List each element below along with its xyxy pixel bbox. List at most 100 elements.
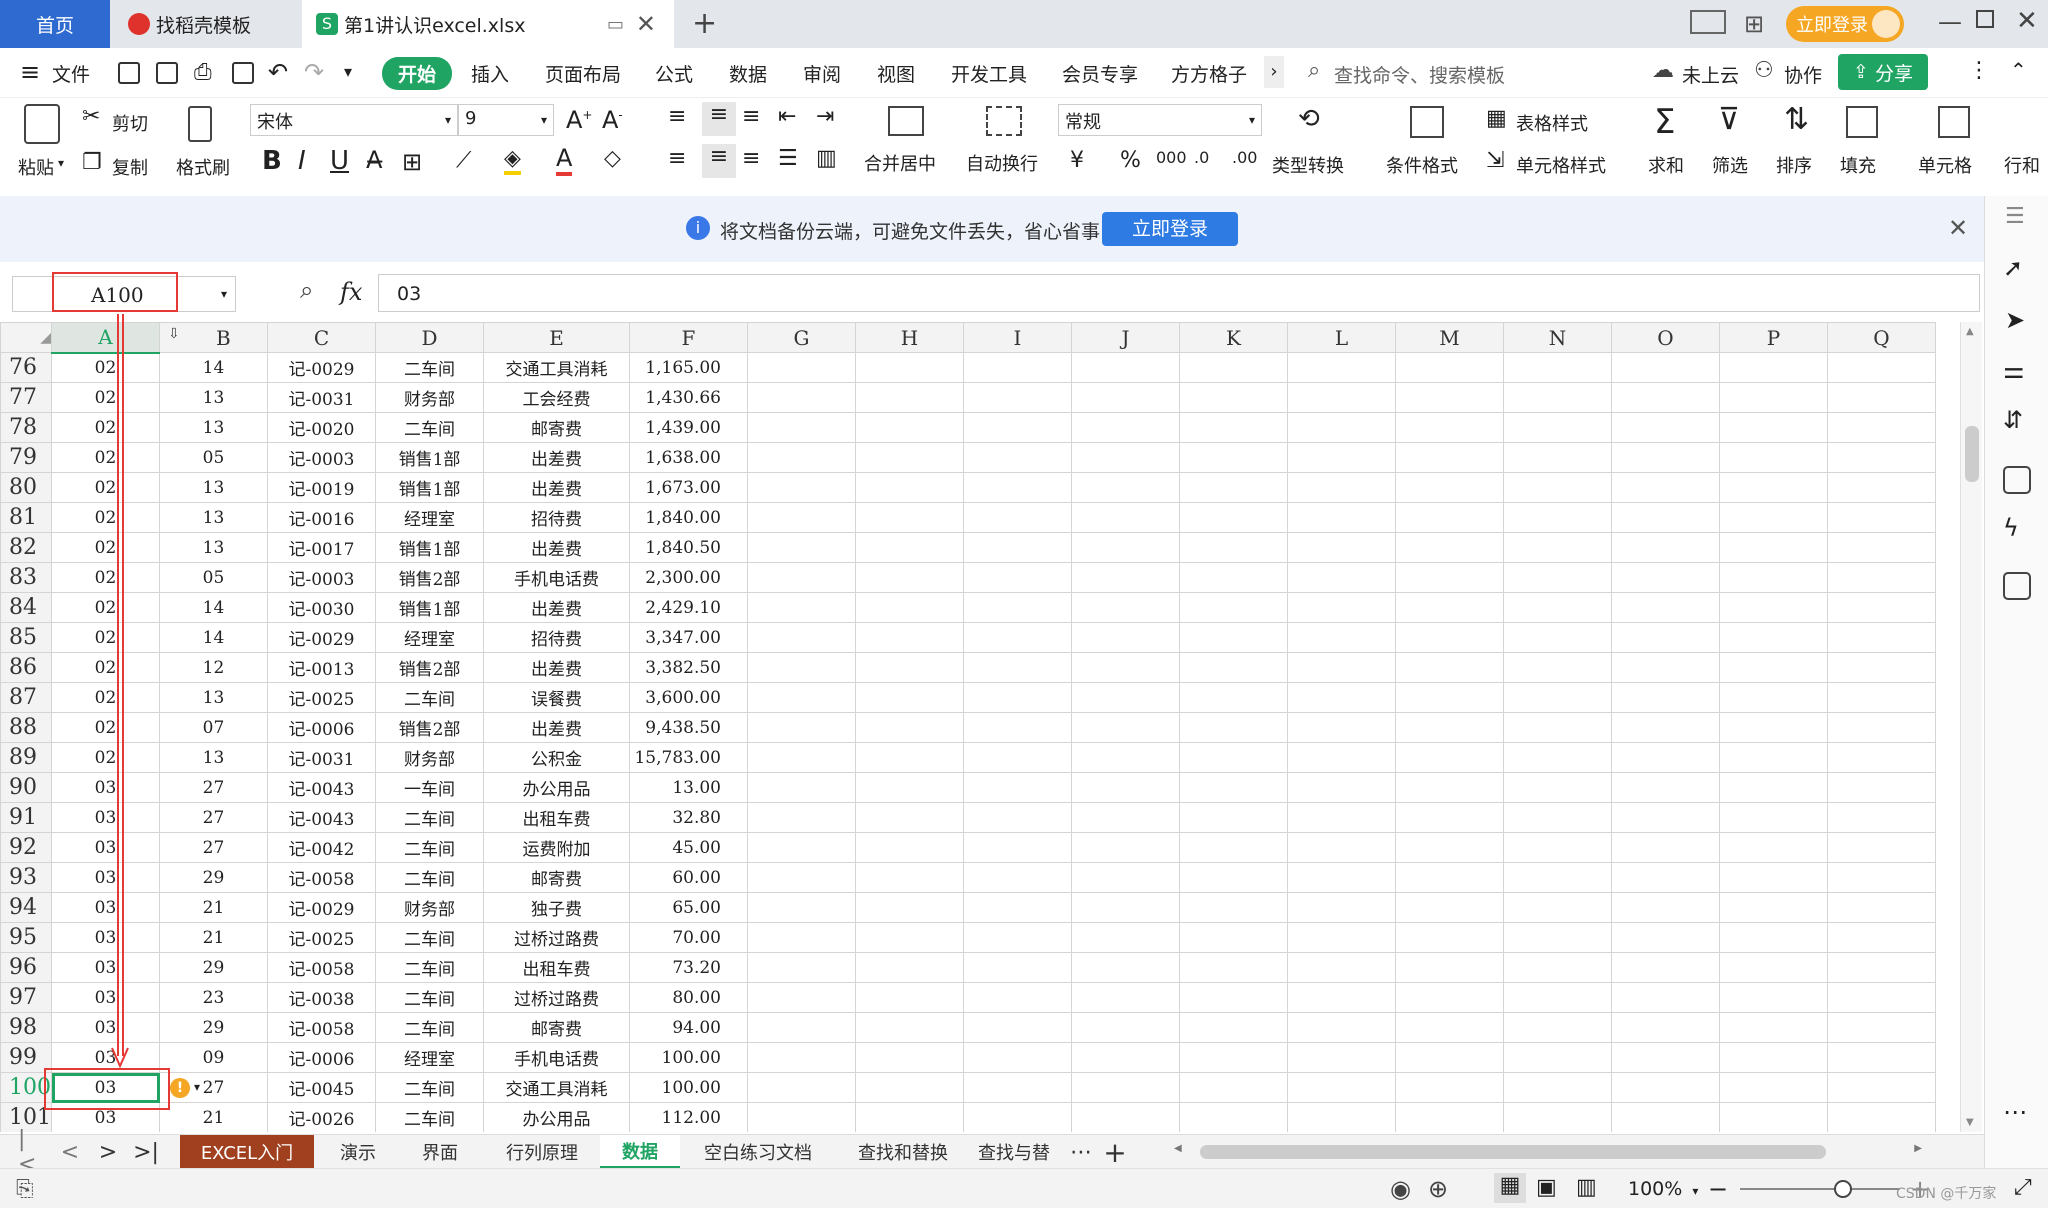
cell-b[interactable]: 27	[159, 772, 268, 803]
cell-empty[interactable]	[1827, 622, 1936, 653]
cell-empty[interactable]	[1719, 652, 1828, 683]
cell-empty[interactable]	[1179, 1042, 1288, 1073]
cell-empty[interactable]	[855, 1102, 964, 1132]
cell-empty[interactable]	[1719, 622, 1828, 653]
cell-b[interactable]: 21	[159, 922, 268, 953]
cell-c[interactable]: 记-0013	[267, 652, 376, 683]
format-painter-button[interactable]: 格式刷	[176, 154, 230, 180]
cell-empty[interactable]	[1827, 652, 1936, 683]
cell-e[interactable]: 工会经费	[483, 382, 630, 413]
cell-empty[interactable]	[1395, 1042, 1504, 1073]
cell-c[interactable]: 记-0017	[267, 532, 376, 563]
cell-empty[interactable]	[1071, 352, 1180, 383]
cell-e[interactable]: 交通工具消耗	[483, 352, 630, 383]
cell-empty[interactable]	[1827, 952, 1936, 983]
cell-empty[interactable]	[747, 502, 856, 533]
login-button[interactable]: 立即登录	[1786, 6, 1904, 42]
cell-f[interactable]: 73.20	[629, 952, 748, 983]
cell-empty[interactable]	[963, 952, 1072, 983]
cell-empty[interactable]	[1611, 832, 1720, 863]
cell-empty[interactable]	[1827, 1012, 1936, 1043]
cell-empty[interactable]	[1611, 352, 1720, 383]
cell-empty[interactable]	[1827, 412, 1936, 443]
cell-empty[interactable]	[1287, 682, 1396, 713]
align-right-icon[interactable]: ≡	[742, 146, 760, 171]
merge-center-icon[interactable]	[888, 106, 924, 136]
cell-empty[interactable]	[1611, 502, 1720, 533]
cell-empty[interactable]	[1611, 592, 1720, 623]
cell-empty[interactable]	[855, 352, 964, 383]
cell-empty[interactable]	[1503, 562, 1612, 593]
cell-e[interactable]: 出差费	[483, 592, 630, 623]
cell-empty[interactable]	[1827, 1102, 1936, 1132]
cell-empty[interactable]	[747, 382, 856, 413]
cell-b[interactable]: 12	[159, 652, 268, 683]
cell-empty[interactable]	[1071, 622, 1180, 653]
zoom-slider[interactable]	[1740, 1180, 1900, 1198]
cell-empty[interactable]	[1287, 982, 1396, 1013]
cloud-status[interactable]: 未上云	[1682, 61, 1739, 88]
cell-empty[interactable]	[1503, 892, 1612, 923]
cell-c[interactable]: 记-0006	[267, 1042, 376, 1073]
underline-icon[interactable]: U	[330, 146, 349, 176]
cell-empty[interactable]	[963, 802, 1072, 833]
cell-empty[interactable]	[963, 742, 1072, 773]
book-icon[interactable]	[2003, 572, 2031, 600]
cell-empty[interactable]	[1179, 982, 1288, 1013]
col-header-j[interactable]: J	[1071, 322, 1180, 353]
cell-d[interactable]: 经理室	[375, 1042, 484, 1073]
menu-home[interactable]: 开始	[382, 57, 453, 90]
cell-empty[interactable]	[1071, 532, 1180, 563]
menu-page-layout[interactable]: 页面布局	[545, 60, 621, 87]
cell-d[interactable]: 二车间	[375, 1072, 484, 1103]
cell-empty[interactable]	[1179, 682, 1288, 713]
cell-empty[interactable]	[1287, 1012, 1396, 1043]
cell-empty[interactable]	[1611, 922, 1720, 953]
cell-empty[interactable]	[1395, 742, 1504, 773]
cell-empty[interactable]	[1395, 472, 1504, 503]
increase-font-icon[interactable]: A+	[566, 106, 592, 134]
screen-icon[interactable]: ▭	[607, 14, 624, 35]
cell-empty[interactable]	[1179, 382, 1288, 413]
cell-empty[interactable]	[963, 1042, 1072, 1073]
zoom-slider-thumb[interactable]	[1834, 1180, 1852, 1198]
sheet-table[interactable]: ◢ A ⇩ B C D E F G H I J K L M N O P Q 76 0…	[0, 322, 1936, 1132]
cell-empty[interactable]	[855, 1072, 964, 1103]
cell-empty[interactable]	[963, 622, 1072, 653]
cell-f[interactable]: 60.00	[629, 862, 748, 893]
col-header-n[interactable]: N	[1503, 322, 1612, 353]
cell-f[interactable]: 3,382.50	[629, 652, 748, 683]
cell-empty[interactable]	[963, 532, 1072, 563]
row-header[interactable]: 89	[0, 742, 52, 773]
cell-e[interactable]: 邮寄费	[483, 412, 630, 443]
cell-e[interactable]: 过桥过路费	[483, 922, 630, 953]
cell-empty[interactable]	[1503, 682, 1612, 713]
cell-empty[interactable]	[855, 382, 964, 413]
cell-c[interactable]: 记-0038	[267, 982, 376, 1013]
cell-d[interactable]: 二车间	[375, 832, 484, 863]
first-sheet-icon[interactable]: |<	[18, 1127, 42, 1177]
cell-empty[interactable]	[747, 712, 856, 743]
cell-empty[interactable]	[1503, 772, 1612, 803]
cell-c[interactable]: 记-0042	[267, 832, 376, 863]
wrap-text-button[interactable]: 自动换行	[966, 150, 1038, 176]
cell-empty[interactable]	[1179, 1102, 1288, 1132]
cell-d[interactable]: 销售1部	[375, 442, 484, 473]
cell-c[interactable]: 记-0025	[267, 682, 376, 713]
cell-empty[interactable]	[963, 442, 1072, 473]
wrap-text-icon[interactable]	[986, 106, 1022, 136]
cell-empty[interactable]	[1719, 772, 1828, 803]
fx-icon[interactable]: fx	[340, 278, 362, 306]
backup-icon[interactable]	[2003, 466, 2031, 494]
cell-empty[interactable]	[855, 592, 964, 623]
cell-empty[interactable]	[1179, 442, 1288, 473]
sheet-tab-find-replace-2[interactable]: 查找与替	[964, 1135, 1064, 1169]
row-header[interactable]: 93	[0, 862, 52, 893]
cell-empty[interactable]	[747, 922, 856, 953]
cell-empty[interactable]	[1611, 982, 1720, 1013]
cell-empty[interactable]	[747, 1042, 856, 1073]
menu-ffgz[interactable]: 方方格子	[1171, 60, 1247, 87]
cell-empty[interactable]	[1719, 442, 1828, 473]
row-header[interactable]: 97	[0, 982, 52, 1013]
cell-empty[interactable]	[1071, 1042, 1180, 1073]
